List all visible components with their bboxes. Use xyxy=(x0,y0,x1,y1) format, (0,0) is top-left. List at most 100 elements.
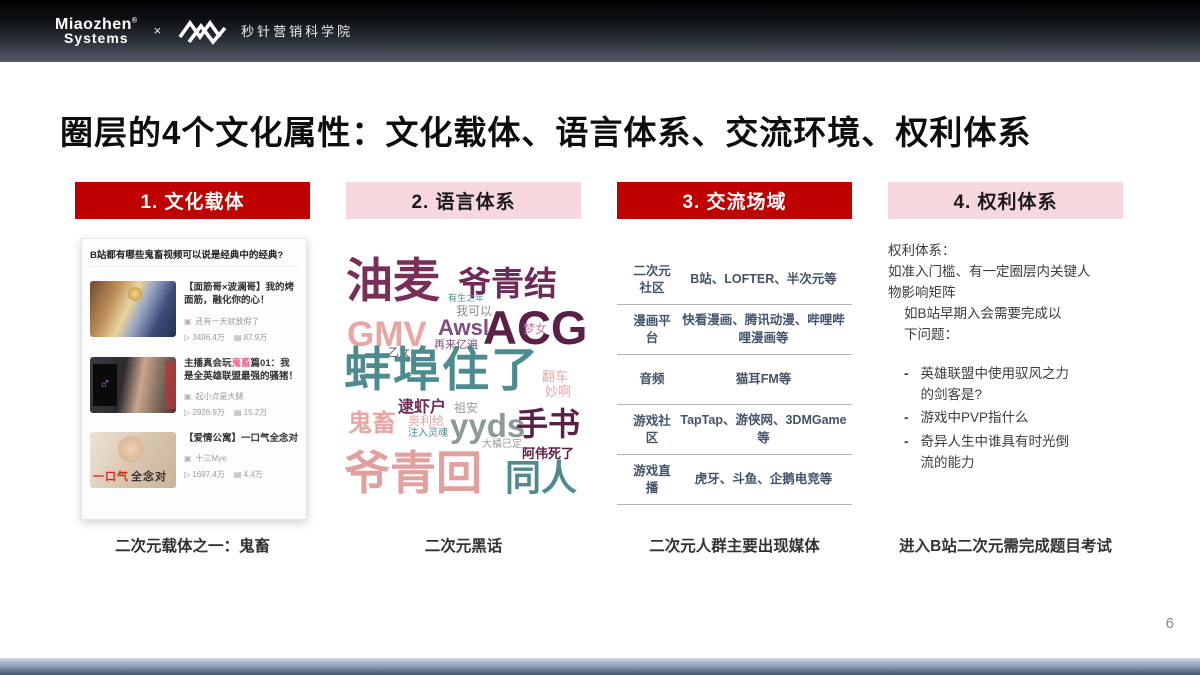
column-communication-field: 3. 交流场域 二次元社区B站、LOFTER、半次元等漫画平台快看漫画、腾讯动漫… xyxy=(617,182,852,520)
uploader-name: 起小点是大腿 xyxy=(196,391,244,402)
video-stats: ▷ 1697.4万 ▤ 4.4万 xyxy=(184,469,298,480)
media-table-row: 二次元社区B站、LOFTER、半次元等 xyxy=(617,255,852,305)
video-info: 主播真会玩鬼畜篇01：我是全英雄联盟最强的骚猪！ ▣ 起小点是大腿 ▷ 2926.9万… xyxy=(184,357,298,419)
video-thumbnail: ♂ xyxy=(90,357,176,413)
bottom-accent-bar xyxy=(0,658,1200,675)
video-title-part: 鬼畜 xyxy=(232,358,251,369)
bullet-text: 奇异人生中谁具有时光倒流的能力 xyxy=(921,432,1078,474)
video-uploader: ▣ 起小点是大腿 xyxy=(184,391,298,402)
rights-panel: 权利体系： 如准入门槛、有一定圈层内关键人物影响矩阵 如B站早期入会需要完成以下… xyxy=(888,241,1123,474)
wordcloud-word: 同人 xyxy=(505,460,577,496)
video-stats: ▷ 2926.9万 ▤ 15.2万 xyxy=(184,407,298,418)
rights-bullet: -游戏中PVP指什么 xyxy=(904,408,1077,429)
play-count: ▷ 3496.4万 xyxy=(184,332,225,343)
media-table-platforms: 快看漫画、腾讯动漫、哔哩哔哩漫画等 xyxy=(675,312,852,347)
media-table-category: 音频 xyxy=(629,371,675,388)
wordcloud-word: 手书 xyxy=(516,408,580,440)
media-table-category: 漫画平台 xyxy=(629,313,675,347)
video-title: 【面筋哥×波澜哥】我的烤面筋，融化你的心！ xyxy=(184,281,298,308)
bullet-marker: - xyxy=(904,408,909,429)
wordcloud-word: Awsl xyxy=(438,317,489,339)
rights-bullet: -奇异人生中谁具有时光倒流的能力 xyxy=(904,432,1077,474)
wordcloud-word: 有生之年 xyxy=(448,294,484,303)
thumbnail-caption: 一口气全念对 xyxy=(93,468,167,484)
play-count: ▷ 1697.4万 xyxy=(184,469,225,480)
caption-rights-system: 进入B站二次元需完成题目考试 xyxy=(888,534,1123,556)
bullet-marker: - xyxy=(904,364,909,406)
media-table-row: 漫画平台快看漫画、腾讯动漫、哔哩哔哩漫画等 xyxy=(617,305,852,355)
media-table-category: 二次元社区 xyxy=(629,263,675,297)
wordcloud: 油麦爷青结有生之年我可以GMVAwslACG梦女再来亿遍乙女蚌埠住了翻车妙啊逮虾… xyxy=(342,245,594,507)
miaozhen-logo: Miaozhen® Systems xyxy=(55,17,138,45)
brand-partner-name: 秒针营销科学院 xyxy=(241,21,353,40)
column-rights-system: 4. 权利体系 权利体系： 如准入门槛、有一定圈层内关键人物影响矩阵 如B站早期… xyxy=(888,182,1123,520)
column-culture-carrier: 1. 文化载体 B站都有哪些鬼畜视频可以说是经典中的经典? 【面筋哥×波澜哥】我… xyxy=(75,182,310,520)
column-language-system: 2. 语言体系 油麦爷青结有生之年我可以GMVAwslACG梦女再来亿遍乙女蚌埠… xyxy=(346,182,581,520)
video-uploader: ▣还有一天就放假了 xyxy=(184,316,298,327)
video-thumbnail xyxy=(90,281,176,337)
video-title-part: 【面筋哥×波澜哥】我的烤面筋，融化你的心！ xyxy=(184,282,294,306)
caption-culture-carrier: 二次元载体之一：鬼畜 xyxy=(75,534,310,556)
rights-intro: 如准入门槛、有一定圈层内关键人物影响矩阵 xyxy=(888,262,1097,304)
column-header-2: 2. 语言体系 xyxy=(346,182,581,219)
column-header-3: 3. 交流场域 xyxy=(617,182,852,219)
video-title-part: 主播真会玩 xyxy=(184,358,232,369)
rights-bullets: -英雄联盟中使用驭风之力的剑客是?-游戏中PVP指什么-奇异人生中谁具有时光倒流… xyxy=(888,364,1097,475)
page-number: 6 xyxy=(1166,615,1174,632)
rights-heading: 权利体系： xyxy=(888,241,1097,262)
video-title: 【爱情公寓】一口气全念对 xyxy=(184,432,298,445)
media-table-row: 游戏直播虎牙、斗鱼、企鹅电竞等 xyxy=(617,455,852,505)
wave-logo-icon xyxy=(177,17,229,45)
column-header-4: 4. 权利体系 xyxy=(888,182,1123,219)
play-count: ▷ 2926.9万 xyxy=(184,407,225,418)
bullet-text: 游戏中PVP指什么 xyxy=(921,408,1029,429)
wordcloud-word: 注入灵魂 xyxy=(408,429,448,439)
uploader-icon: ▣ xyxy=(184,392,192,401)
video-item: 【面筋哥×波澜哥】我的烤面筋，融化你的心！ ▣还有一天就放假了 ▷ 3496.4万 ▤… xyxy=(90,281,298,343)
wordcloud-word: 翻车 xyxy=(542,370,568,383)
uploader-name: 还有一天就放假了 xyxy=(196,316,260,327)
wordcloud-word: 奥利给 xyxy=(408,415,444,427)
columns-grid: 1. 文化载体 B站都有哪些鬼畜视频可以说是经典中的经典? 【面筋哥×波澜哥】我… xyxy=(75,182,1123,520)
video-title: 主播真会玩鬼畜篇01：我是全英雄联盟最强的骚猪！ xyxy=(184,357,298,384)
video-title-part: 【爱情公寓】一口气全念对 xyxy=(184,433,298,444)
video-item: 一口气全念对 【爱情公寓】一口气全念对 ▣十三Mye ▷ 1697.4万 ▤ 4.4万 xyxy=(90,432,298,488)
brand-separator: × xyxy=(154,23,162,38)
thumbnail-caption-red: 一口气 xyxy=(93,471,129,483)
danmaku-count: ▤ 15.2万 xyxy=(234,407,267,418)
rights-sub-intro: 如B站早期入会需要完成以下问题： xyxy=(888,304,1097,346)
danmaku-count: ▤ 87.9万 xyxy=(234,332,267,343)
wordcloud-word: yyds xyxy=(450,409,525,442)
media-table-platforms: B站、LOFTER、半次元等 xyxy=(675,271,852,289)
wordcloud-word: 鬼畜 xyxy=(348,412,396,436)
media-table-category: 游戏直播 xyxy=(629,463,675,497)
male-symbol-icon: ♂ xyxy=(93,364,117,406)
thumbnail-caption-dark: 全念对 xyxy=(131,471,167,483)
video-item: ♂ 主播真会玩鬼畜篇01：我是全英雄联盟最强的骚猪！ ▣ 起小点是大腿 ▷ 2926.9… xyxy=(90,357,298,419)
media-table-category: 游戏社区 xyxy=(629,413,675,447)
uploader-name: 十三Mye xyxy=(196,453,227,464)
bullet-marker: - xyxy=(904,432,909,474)
media-table-platforms: 虎牙、斗鱼、企鹅电竞等 xyxy=(675,471,852,489)
wordcloud-word: 爷青回 xyxy=(344,450,482,496)
media-table-platforms: 猫耳FM等 xyxy=(675,371,852,389)
wordcloud-word: 大橘已定 xyxy=(482,440,522,450)
media-table-row: 游戏社区TapTap、游侠网、3DMGame等 xyxy=(617,405,852,455)
video-uploader: ▣十三Mye xyxy=(184,453,298,464)
danmaku-count: ▤ 4.4万 xyxy=(234,469,263,480)
registered-mark: ® xyxy=(132,17,138,24)
column-header-1: 1. 文化载体 xyxy=(75,182,310,219)
video-list: 【面筋哥×波澜哥】我的烤面筋，融化你的心！▣还有一天就放假了▷ 3496.4万▤… xyxy=(90,281,298,488)
video-info: 【面筋哥×波澜哥】我的烤面筋，融化你的心！ ▣还有一天就放假了 ▷ 3496.4万 ▤… xyxy=(184,281,298,343)
caption-language-system: 二次元黑话 xyxy=(346,534,581,556)
media-table: 二次元社区B站、LOFTER、半次元等漫画平台快看漫画、腾讯动漫、哔哩哔哩漫画等… xyxy=(617,255,852,505)
wordcloud-word: 妙啊 xyxy=(545,385,571,398)
presentation-slide: Miaozhen® Systems × 秒针营销科学院 圈层的4个文化属性：文化… xyxy=(0,0,1200,675)
wordcloud-word: 梦女 xyxy=(523,323,547,335)
bilibili-question-title: B站都有哪些鬼畜视频可以说是经典中的经典? xyxy=(90,247,298,267)
brand-lockup: Miaozhen® Systems × 秒针营销科学院 xyxy=(55,17,353,45)
video-info: 【爱情公寓】一口气全念对 ▣十三Mye ▷ 1697.4万 ▤ 4.4万 xyxy=(184,432,298,488)
top-brand-bar: Miaozhen® Systems × 秒针营销科学院 xyxy=(0,0,1200,62)
bilibili-screenshot: B站都有哪些鬼畜视频可以说是经典中的经典? 【面筋哥×波澜哥】我的烤面筋，融化你… xyxy=(81,238,307,520)
logo-line2: Systems xyxy=(64,32,129,45)
